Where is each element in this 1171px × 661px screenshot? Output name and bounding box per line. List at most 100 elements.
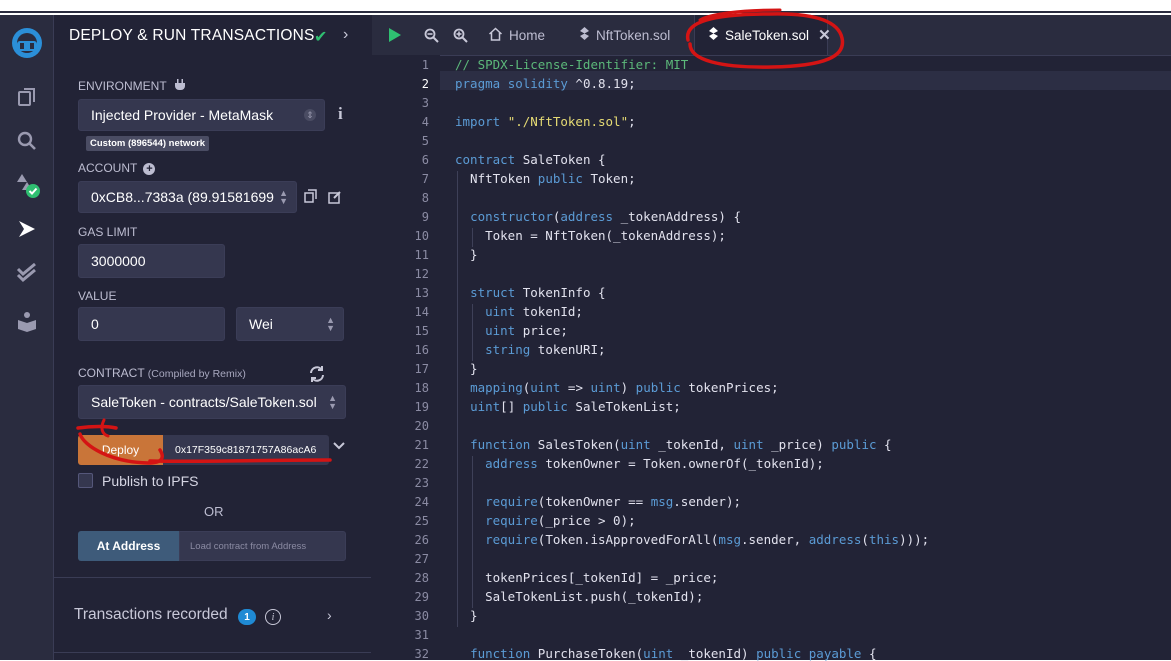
line-number: 32 xyxy=(414,647,429,661)
tab-nfttoken-label: NftToken.sol xyxy=(596,27,671,43)
plug-icon xyxy=(174,79,186,94)
code-line: uint[] public SaleTokenList; xyxy=(470,399,681,414)
line-number: 9 xyxy=(421,210,429,224)
line-number: 19 xyxy=(414,400,429,414)
line-number: 14 xyxy=(414,305,429,319)
line-number: 17 xyxy=(414,362,429,376)
code-line: string tokenURI; xyxy=(485,342,606,357)
code-line: tokenPrices[_tokenId] = _price; xyxy=(455,570,719,585)
select-arrows-icon: ▲ ▼ xyxy=(328,393,337,411)
deploy-args-input[interactable]: 0x17F359c81871757A86acA6 xyxy=(163,435,329,465)
value-unit-select[interactable]: Wei ▲ ▼ xyxy=(236,307,344,341)
environment-select[interactable]: Injected Provider - MetaMask ⇕ xyxy=(78,99,325,131)
chevron-right-icon[interactable]: › xyxy=(327,607,332,623)
code-line: require(tokenOwner == msg.sender); xyxy=(485,494,741,509)
code-line: address tokenOwner = Token.ownerOf(_toke… xyxy=(485,456,824,471)
line-number: 12 xyxy=(414,267,429,281)
line-number: 23 xyxy=(414,476,429,490)
test-check-icon[interactable] xyxy=(0,253,53,293)
solidity-file-icon xyxy=(709,27,718,43)
deploy-button[interactable]: Deploy xyxy=(78,435,163,465)
gas-limit-label: GAS LIMIT xyxy=(78,225,138,239)
line-number: 7 xyxy=(421,172,429,186)
line-number: 8 xyxy=(421,191,429,205)
solidity-compiler-icon[interactable] xyxy=(0,165,53,205)
contract-label: CONTRACT (Compiled by Remix) xyxy=(78,366,246,380)
account-select[interactable]: 0xCB8...7383a (89.91581699 ▲ ▼ xyxy=(78,181,297,213)
panel-divider-bottom xyxy=(54,652,371,653)
chevron-right-icon[interactable]: › xyxy=(343,26,348,44)
editor-tabbar: Home NftToken.sol SaleToken.sol ✕ xyxy=(372,15,1171,56)
environment-label-text: ENVIRONMENT xyxy=(78,79,167,93)
zoom-out-icon[interactable] xyxy=(424,28,439,48)
contract-label-text: CONTRACT xyxy=(78,366,145,380)
indent-guide xyxy=(472,304,473,361)
info-icon[interactable]: i xyxy=(338,104,343,124)
search-icon[interactable] xyxy=(0,121,53,161)
zoom-in-icon[interactable] xyxy=(453,28,468,48)
line-number: 25 xyxy=(414,514,429,528)
at-address-button[interactable]: At Address xyxy=(78,531,179,561)
indent-guide xyxy=(457,171,458,627)
line-number: 24 xyxy=(414,495,429,509)
line-number: 13 xyxy=(414,286,429,300)
or-label: OR xyxy=(204,504,224,519)
select-arrows-icon: ▲ ▼ xyxy=(326,315,335,333)
line-number: 10 xyxy=(414,229,429,243)
tab-home-label: Home xyxy=(509,27,546,43)
file-explorer-icon[interactable] xyxy=(0,77,53,117)
plus-circle-icon[interactable]: + xyxy=(143,162,156,175)
tab-saletoken[interactable]: SaleToken.sol ✕ xyxy=(694,15,831,55)
tab-home[interactable]: Home xyxy=(488,15,545,55)
close-icon[interactable]: ✕ xyxy=(818,26,831,44)
environment-label: ENVIRONMENT xyxy=(78,79,186,94)
value-input[interactable]: 0 xyxy=(78,307,225,341)
code-line: contract SaleToken { xyxy=(455,152,606,167)
line-number: 15 xyxy=(414,324,429,338)
code-line: SaleTokenList.push(_tokenId); xyxy=(455,589,704,604)
code-line: Token = NftToken(_tokenAddress); xyxy=(455,228,726,243)
editor-area: Home NftToken.sol SaleToken.sol ✕ 123456… xyxy=(372,15,1171,661)
code-line: // SPDX-License-Identifier: MIT xyxy=(455,57,689,72)
chevron-down-icon[interactable] xyxy=(333,439,345,453)
code-line: constructor(address _tokenAddress) { xyxy=(470,209,742,224)
icon-panel xyxy=(0,15,54,660)
line-number: 30 xyxy=(414,609,429,623)
line-number: 11 xyxy=(414,248,429,262)
code-line: } xyxy=(455,247,478,262)
remix-logo-icon[interactable] xyxy=(0,23,53,63)
edit-icon[interactable] xyxy=(328,190,342,209)
deploy-run-icon[interactable] xyxy=(0,209,53,249)
solidity-file-icon xyxy=(580,27,589,43)
copy-icon[interactable] xyxy=(304,189,318,208)
check-icon: ✔ xyxy=(314,29,328,46)
at-address-input[interactable]: Load contract from Address xyxy=(179,531,346,561)
line-number: 1 xyxy=(421,58,429,72)
deploy-run-panel: DEPLOY & RUN TRANSACTIONS ✔ › ENVIRONMEN… xyxy=(54,15,371,660)
panel-divider xyxy=(54,577,371,578)
code-line: function PurchaseToken(uint _tokenId) pu… xyxy=(470,646,877,661)
panel-title: DEPLOY & RUN TRANSACTIONS xyxy=(69,27,315,44)
line-number: 6 xyxy=(421,153,429,167)
transactions-recorded-label[interactable]: Transactions recorded xyxy=(74,606,228,624)
line-number: 27 xyxy=(414,552,429,566)
code-line: require(Token.isApprovedForAll(msg.sende… xyxy=(485,532,930,547)
info-icon[interactable]: i xyxy=(265,609,281,625)
code-line: mapping(uint => uint) public tokenPrices… xyxy=(470,380,779,395)
line-number: 31 xyxy=(414,628,429,642)
publish-ipfs-checkbox[interactable] xyxy=(78,473,93,488)
indent-guide xyxy=(472,228,473,247)
line-number-gutter: 1 2 3 4 5 6 7 8 9 10 11 12 13 14 15 16 17 18 19 20 21 22 23 24 2… xyxy=(372,55,440,661)
home-icon xyxy=(488,26,503,44)
run-icon[interactable] xyxy=(388,27,402,48)
learn-icon[interactable] xyxy=(0,301,53,341)
window-top-edge xyxy=(0,0,1171,13)
account-label-text: ACCOUNT xyxy=(78,161,138,175)
contract-select[interactable]: SaleToken - contracts/SaleToken.sol ▲ ▼ xyxy=(78,385,346,419)
tab-nfttoken[interactable]: NftToken.sol xyxy=(580,15,670,55)
gas-limit-input[interactable]: 3000000 xyxy=(78,244,225,278)
line-number: 28 xyxy=(414,571,429,585)
remix-ide: DEPLOY & RUN TRANSACTIONS ✔ › ENVIRONMEN… xyxy=(0,15,1171,661)
value-label: VALUE xyxy=(78,289,117,303)
line-number: 5 xyxy=(421,134,429,148)
